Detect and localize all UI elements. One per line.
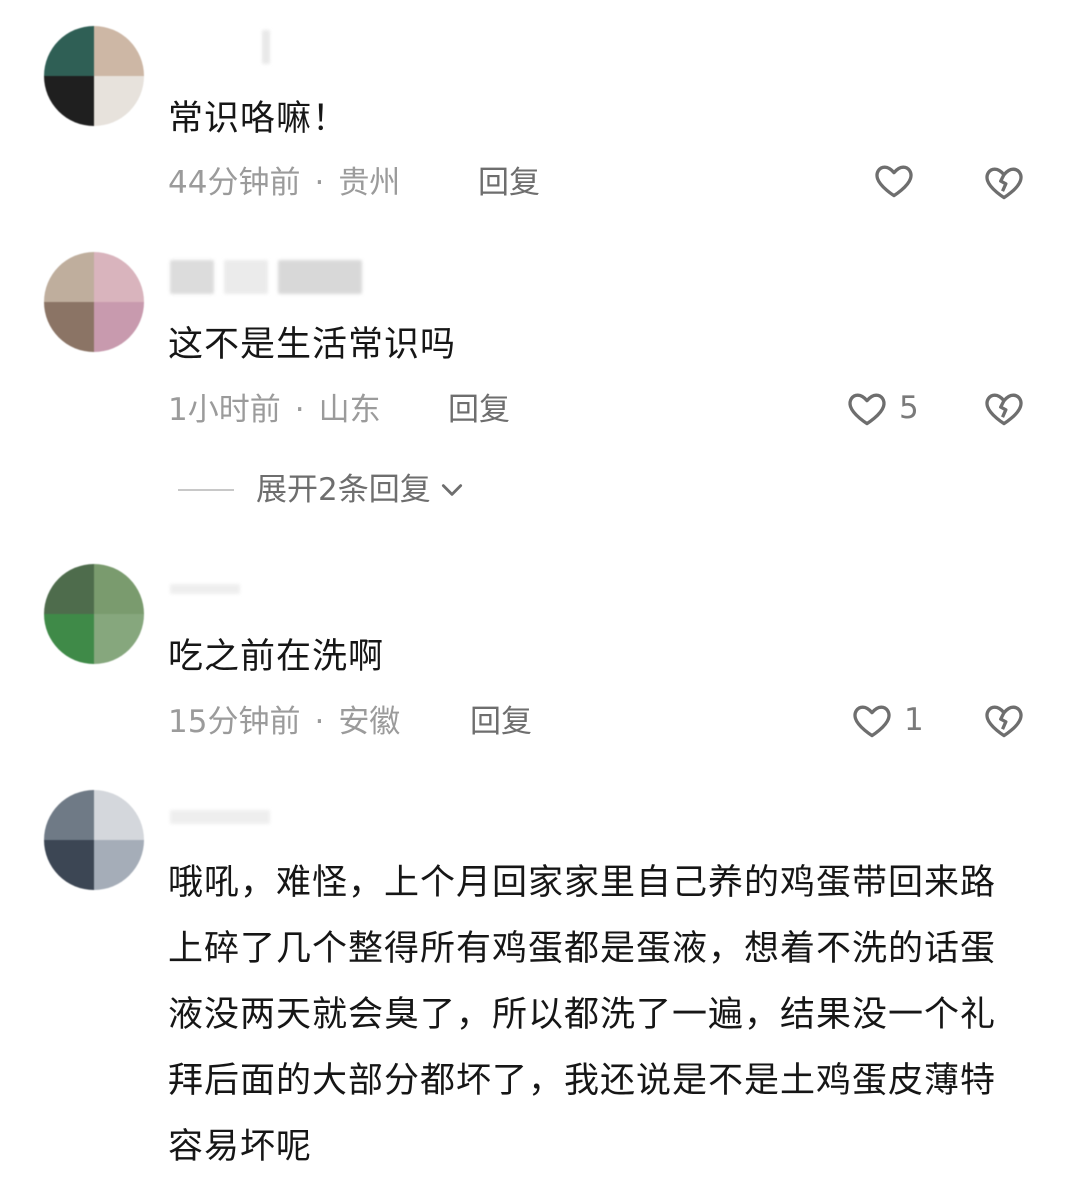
avatar-pixel (94, 302, 144, 352)
meta-separator: · (294, 392, 305, 428)
comment-location: 山东 (318, 392, 381, 428)
comment-time: 1小时前 (168, 392, 281, 428)
meta-separator: · (314, 165, 325, 201)
broken-heart-icon (985, 167, 1023, 200)
avatar-pixel (94, 252, 144, 302)
comment-item: 吃之前在洗啊 15分钟前 · 安徽 回复 1 (0, 550, 1080, 780)
reply-button[interactable]: 回复 (448, 390, 510, 430)
comment-text: 哦吼，难怪，上个月回家家里自己养的鸡蛋带回来路上碎了几个整得所有鸡蛋都是蛋液，想… (168, 863, 997, 1167)
comment-meta: 44分钟前 · 贵州 (168, 163, 400, 203)
expand-replies-button[interactable]: 展开2条回复 (178, 470, 465, 510)
redaction-block (170, 584, 240, 594)
comment-text: 常识咯嘛！ (168, 99, 349, 139)
redaction-block (170, 810, 270, 824)
redaction-block (278, 260, 362, 294)
avatar-pixel (44, 252, 94, 302)
avatar-pixel (44, 790, 94, 840)
heart-outline-icon (848, 393, 886, 426)
comment-time: 15分钟前 (168, 704, 301, 740)
avatar-pixel (44, 302, 94, 352)
comment-meta: 15分钟前 · 安徽 (168, 702, 400, 742)
avatar-pixel (44, 564, 94, 614)
heart-outline-icon (853, 705, 891, 738)
avatar-pixel (94, 76, 144, 126)
avatar[interactable] (44, 790, 144, 890)
like-count: 5 (899, 390, 919, 426)
comment-time: 44分钟前 (168, 165, 301, 201)
like-count: 1 (904, 702, 924, 738)
heart-outline-icon (875, 165, 913, 198)
avatar-pixel (94, 564, 144, 614)
avatar-pixel (44, 614, 94, 664)
avatar-pixel (44, 840, 94, 890)
comment-item: 常识咯嘛！ 44分钟前 · 贵州 回复 (0, 0, 1080, 230)
comment-text: 这不是生活常识吗 (168, 325, 457, 365)
username-redacted[interactable] (170, 572, 240, 606)
username-redacted[interactable] (170, 260, 362, 294)
comment-location: 安徽 (338, 704, 401, 740)
chevron-down-icon (441, 484, 462, 496)
avatar-pixel (44, 26, 94, 76)
comment-text: 吃之前在洗啊 (168, 637, 385, 677)
like-button[interactable]: 5 (845, 386, 919, 430)
avatar-pixel (94, 26, 144, 76)
dislike-button[interactable] (982, 160, 1026, 208)
expand-replies-label: 展开2条回复 (256, 472, 431, 508)
dislike-button[interactable] (982, 386, 1026, 434)
like-button[interactable] (872, 158, 926, 202)
comment-item: 这不是生活常识吗 1小时前 · 山东 回复 5 展开2条回复 (0, 230, 1080, 550)
broken-heart-icon (985, 393, 1023, 426)
reply-button[interactable]: 回复 (470, 702, 532, 742)
redaction-block (170, 260, 214, 294)
meta-separator: · (314, 704, 325, 740)
comment-meta: 1小时前 · 山东 (168, 390, 381, 430)
avatar-pixel (44, 76, 94, 126)
comment-location: 贵州 (338, 165, 401, 201)
like-button[interactable]: 1 (850, 698, 924, 742)
redaction-block (262, 30, 270, 64)
username-redacted[interactable] (170, 30, 270, 64)
avatar-pixel (94, 790, 144, 840)
username-redacted[interactable] (170, 800, 270, 834)
comment-item: 哦吼，难怪，上个月回家家里自己养的鸡蛋带回来路上碎了几个整得所有鸡蛋都是蛋液，想… (0, 780, 1080, 1187)
redaction-block (224, 260, 268, 294)
avatar[interactable] (44, 564, 144, 664)
broken-heart-icon (985, 705, 1023, 738)
avatar[interactable] (44, 26, 144, 126)
avatar-pixel (94, 840, 144, 890)
avatar-pixel (94, 614, 144, 664)
avatar[interactable] (44, 252, 144, 352)
dislike-button[interactable] (982, 698, 1026, 746)
expand-divider (178, 489, 234, 491)
reply-button[interactable]: 回复 (478, 163, 540, 203)
